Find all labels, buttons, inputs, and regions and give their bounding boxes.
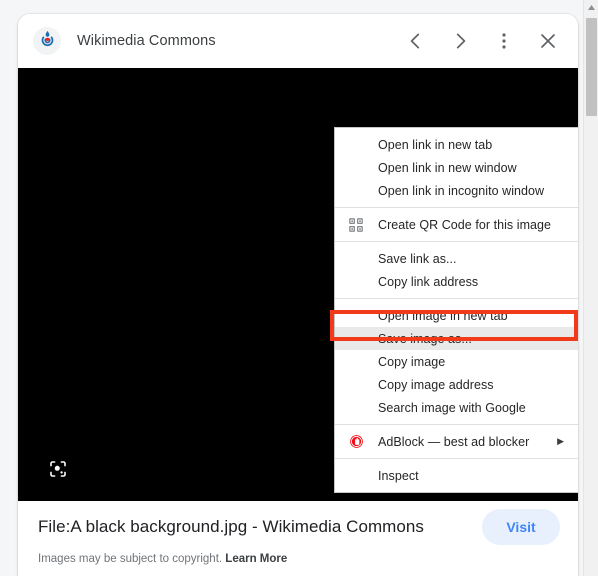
- scrollbar-thumb[interactable]: [586, 18, 597, 116]
- image-result-card: Wikimedia Commons Open link in new tab O…: [18, 14, 578, 576]
- menu-item-label: Copy image: [378, 354, 446, 369]
- image-preview[interactable]: Open link in new tab Open link in new wi…: [18, 68, 578, 501]
- header-actions: [394, 14, 578, 68]
- chevron-right-icon: ▶: [557, 436, 564, 446]
- menu-separator: [335, 298, 578, 299]
- copyright-text: Images may be subject to copyright.: [38, 553, 223, 565]
- menu-item-label: Search image with Google: [378, 400, 526, 415]
- card-header: Wikimedia Commons: [18, 14, 578, 68]
- menu-item-copy-image[interactable]: Copy image: [335, 350, 578, 373]
- menu-separator: [335, 241, 578, 242]
- page-title: File:A black background.jpg - Wikimedia …: [38, 517, 424, 536]
- menu-item-search-image-with-google[interactable]: Search image with Google: [335, 396, 578, 419]
- menu-separator: [335, 458, 578, 459]
- menu-separator: [335, 207, 578, 208]
- menu-item-open-link-incognito[interactable]: Open link in incognito window: [335, 179, 578, 202]
- more-vertical-icon: [502, 33, 506, 49]
- qr-code-icon: [345, 217, 367, 232]
- learn-more-link[interactable]: Learn More: [225, 553, 287, 565]
- site-name: Wikimedia Commons: [77, 33, 216, 49]
- menu-item-open-link-new-tab[interactable]: Open link in new tab: [335, 133, 578, 156]
- menu-item-inspect[interactable]: Inspect: [335, 464, 578, 487]
- menu-item-label: AdBlock — best ad blocker: [378, 434, 530, 449]
- menu-item-label: Open link in new tab: [378, 137, 493, 152]
- chevron-right-icon: [456, 33, 466, 49]
- menu-separator: [335, 424, 578, 425]
- footer-title-row: File:A black background.jpg - Wikimedia …: [18, 501, 578, 553]
- favicon-container: [33, 27, 61, 55]
- menu-item-label: Save link as...: [378, 251, 457, 266]
- chevron-left-icon: [410, 33, 420, 49]
- menu-item-label: Copy link address: [378, 274, 479, 289]
- menu-item-save-image-as[interactable]: Save image as...: [335, 327, 578, 350]
- menu-item-label: Create QR Code for this image: [378, 217, 552, 232]
- scroll-up-arrow-icon[interactable]: [584, 0, 598, 15]
- context-menu[interactable]: Open link in new tab Open link in new wi…: [334, 127, 578, 493]
- menu-item-copy-link-address[interactable]: Copy link address: [335, 270, 578, 293]
- close-button[interactable]: [526, 19, 570, 63]
- next-image-button[interactable]: [438, 19, 482, 63]
- menu-item-open-image-new-tab[interactable]: Open image in new tab: [335, 304, 578, 327]
- close-icon: [541, 34, 555, 48]
- menu-item-save-link-as[interactable]: Save link as...: [335, 247, 578, 270]
- adblock-icon: [345, 434, 367, 449]
- menu-item-label: Open image in new tab: [378, 308, 508, 323]
- card-footer: File:A black background.jpg - Wikimedia …: [18, 501, 578, 576]
- previous-image-button[interactable]: [394, 19, 438, 63]
- more-options-button[interactable]: [482, 19, 526, 63]
- menu-item-label: Save image as...: [378, 331, 472, 346]
- menu-item-open-link-new-window[interactable]: Open link in new window: [335, 156, 578, 179]
- menu-item-label: Open link in incognito window: [378, 183, 545, 198]
- menu-item-label: Copy image address: [378, 377, 494, 392]
- menu-item-copy-image-address[interactable]: Copy image address: [335, 373, 578, 396]
- menu-item-label: Inspect: [378, 468, 419, 483]
- menu-item-adblock[interactable]: AdBlock — best ad blocker ▶: [335, 430, 578, 453]
- menu-item-create-qr-code[interactable]: Create QR Code for this image: [335, 213, 578, 236]
- wikimedia-commons-logo-icon: [38, 29, 57, 53]
- page-root: Wikimedia Commons Open link in new tab O…: [0, 0, 598, 576]
- vertical-scrollbar[interactable]: [583, 0, 598, 576]
- menu-item-label: Open link in new window: [378, 160, 517, 175]
- visit-button[interactable]: Visit: [482, 509, 560, 545]
- google-lens-icon[interactable]: [45, 456, 71, 482]
- copyright-notice: Images may be subject to copyright. Lear…: [18, 553, 578, 565]
